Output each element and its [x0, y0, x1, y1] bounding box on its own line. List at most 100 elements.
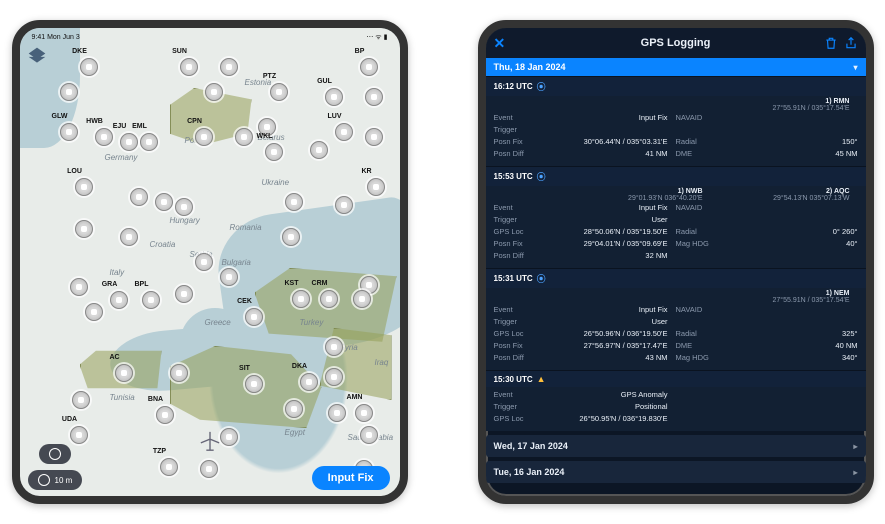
- map-country-label: Croatia: [150, 240, 176, 249]
- row-value-right: [722, 202, 858, 214]
- status-icons: ⋯ ᯤ ▮: [366, 33, 387, 42]
- log-row: TriggerPositional: [494, 401, 858, 413]
- row-label-right: [668, 316, 722, 328]
- row-value-left: Input Fix: [548, 202, 668, 214]
- close-button[interactable]: ✕: [494, 28, 506, 58]
- day-header-wed[interactable]: Wed, 17 Jan 2024 ▸: [486, 435, 866, 457]
- map-canvas[interactable]: GermanyPolandBelarusEstoniaUkraineItalyR…: [20, 28, 400, 496]
- waypoint-icon: [325, 338, 343, 356]
- row-label: GPS Loc: [494, 413, 548, 425]
- log-row: Posn Fix27°56.97'N / 035°17.47'EDME40 NM: [494, 340, 858, 352]
- row-label: GPS Loc: [494, 328, 548, 340]
- range-button[interactable]: 10 m: [28, 470, 83, 490]
- waypoint-icon: [95, 128, 113, 146]
- row-value-right: [722, 413, 858, 425]
- waypoint-icon: [60, 123, 78, 141]
- layers-button[interactable]: [26, 46, 48, 71]
- map-country-label: Tunisia: [110, 393, 135, 402]
- waypoint-label: CRM: [312, 280, 328, 287]
- log-section-header[interactable]: 15:53 UTC⦿: [486, 166, 866, 186]
- log-section-body: 1) NEM27°55.91N / 035°17.54'EEventInput …: [486, 288, 866, 370]
- waypoint-label: LOU: [67, 168, 82, 175]
- row-value-left: Input Fix: [548, 304, 668, 316]
- waypoint-icon: [325, 368, 343, 386]
- range-label: 10 m: [55, 476, 73, 485]
- waypoint-icon: [70, 426, 88, 444]
- day-header-tue[interactable]: Tue, 16 Jan 2024 ▸: [486, 461, 866, 483]
- waypoint-icon: [80, 58, 98, 76]
- navaid-id-line: 1) RMN: [494, 98, 858, 105]
- navaid-coord-line: 29°01.93'N 036°40.20'E29°54.13'N 035°07.…: [494, 195, 858, 202]
- waypoint-icon: [300, 373, 318, 391]
- waypoint-label: KR: [361, 168, 371, 175]
- delete-button[interactable]: [824, 28, 838, 58]
- row-value-left: GPS Anomaly: [548, 389, 668, 401]
- row-value-left: 26°50.96'N / 036°19.50'E: [548, 328, 668, 340]
- row-label: Posn Diff: [494, 148, 548, 160]
- waypoint-label: BP: [355, 48, 365, 55]
- row-label-right: Mag HDG: [668, 238, 722, 250]
- row-label: Event: [494, 112, 548, 124]
- row-label: Trigger: [494, 124, 548, 136]
- waypoint-icon: [205, 83, 223, 101]
- map-country-label: Egypt: [285, 428, 305, 437]
- waypoint-icon: [360, 58, 378, 76]
- waypoint-label: CPN: [187, 118, 202, 125]
- section-time: 15:30 UTC: [494, 375, 533, 384]
- row-value-left: 28°50.06'N / 035°19.50'E: [548, 226, 668, 238]
- waypoint-label: WKL: [257, 133, 273, 140]
- row-value-right: 150°: [722, 136, 858, 148]
- waypoint-icon: [156, 406, 174, 424]
- gps-badge-button[interactable]: [39, 444, 71, 464]
- row-value-right: 40 NM: [722, 340, 858, 352]
- log-row: Posn Fix29°04.01'N / 035°09.69'EMag HDG4…: [494, 238, 858, 250]
- map-country-label: Iraq: [375, 358, 389, 367]
- waypoint-icon: [70, 278, 88, 296]
- waypoint-icon: [367, 178, 385, 196]
- row-value-right: [722, 124, 858, 136]
- waypoint-label: TZP: [153, 448, 166, 455]
- waypoint-icon: [130, 188, 148, 206]
- waypoint-icon: [60, 83, 78, 101]
- map-country-label: Romania: [230, 223, 262, 232]
- row-label-right: NAVAID: [668, 304, 722, 316]
- location-icon: ⦿: [537, 272, 546, 285]
- log-body[interactable]: Thu, 18 Jan 2024 ▾ 16:12 UTC⦿1) RMN27°55…: [486, 58, 866, 496]
- row-label-right: [668, 413, 722, 425]
- map-country-label: Ukraine: [262, 178, 290, 187]
- row-label-right: [668, 214, 722, 226]
- row-label: Posn Fix: [494, 136, 548, 148]
- row-label: Posn Diff: [494, 250, 548, 262]
- row-label-right: NAVAID: [668, 112, 722, 124]
- waypoint-icon: [335, 123, 353, 141]
- share-button[interactable]: [844, 28, 858, 58]
- waypoint-label: BPL: [135, 281, 149, 288]
- row-value-right: [722, 112, 858, 124]
- log-section-header[interactable]: 16:12 UTC⦿: [486, 76, 866, 96]
- row-value-left: User: [548, 214, 668, 226]
- row-value-right: [722, 304, 858, 316]
- navaid-id-line: 1) NEM: [494, 290, 858, 297]
- log-row: EventInput FixNAVAID: [494, 112, 858, 124]
- waypoint-icon: [285, 400, 303, 418]
- row-label: Event: [494, 389, 548, 401]
- waypoint-label: DKA: [292, 363, 307, 370]
- row-label: Event: [494, 304, 548, 316]
- waypoint-icon: [235, 128, 253, 146]
- section-time: 15:53 UTC: [494, 172, 533, 181]
- log-row: Posn Diff32 NM: [494, 250, 858, 262]
- map-screen[interactable]: GermanyPolandBelarusEstoniaUkraineItalyR…: [20, 28, 400, 496]
- waypoint-label: GRA: [102, 281, 118, 288]
- log-row: TriggerUser: [494, 316, 858, 328]
- input-fix-button[interactable]: Input Fix: [312, 466, 390, 490]
- log-section-header[interactable]: 15:30 UTC▲: [486, 370, 866, 387]
- log-section-header[interactable]: 15:31 UTC⦿: [486, 268, 866, 288]
- row-label: Posn Fix: [494, 238, 548, 250]
- waypoint-label: LUV: [328, 113, 342, 120]
- row-label-right: NAVAID: [668, 202, 722, 214]
- row-value-left: 29°04.01'N / 035°09.69'E: [548, 238, 668, 250]
- waypoint-icon: [170, 364, 188, 382]
- waypoint-icon: [282, 228, 300, 246]
- day-header-thu[interactable]: Thu, 18 Jan 2024 ▾: [486, 58, 866, 76]
- row-value-right: [722, 401, 858, 413]
